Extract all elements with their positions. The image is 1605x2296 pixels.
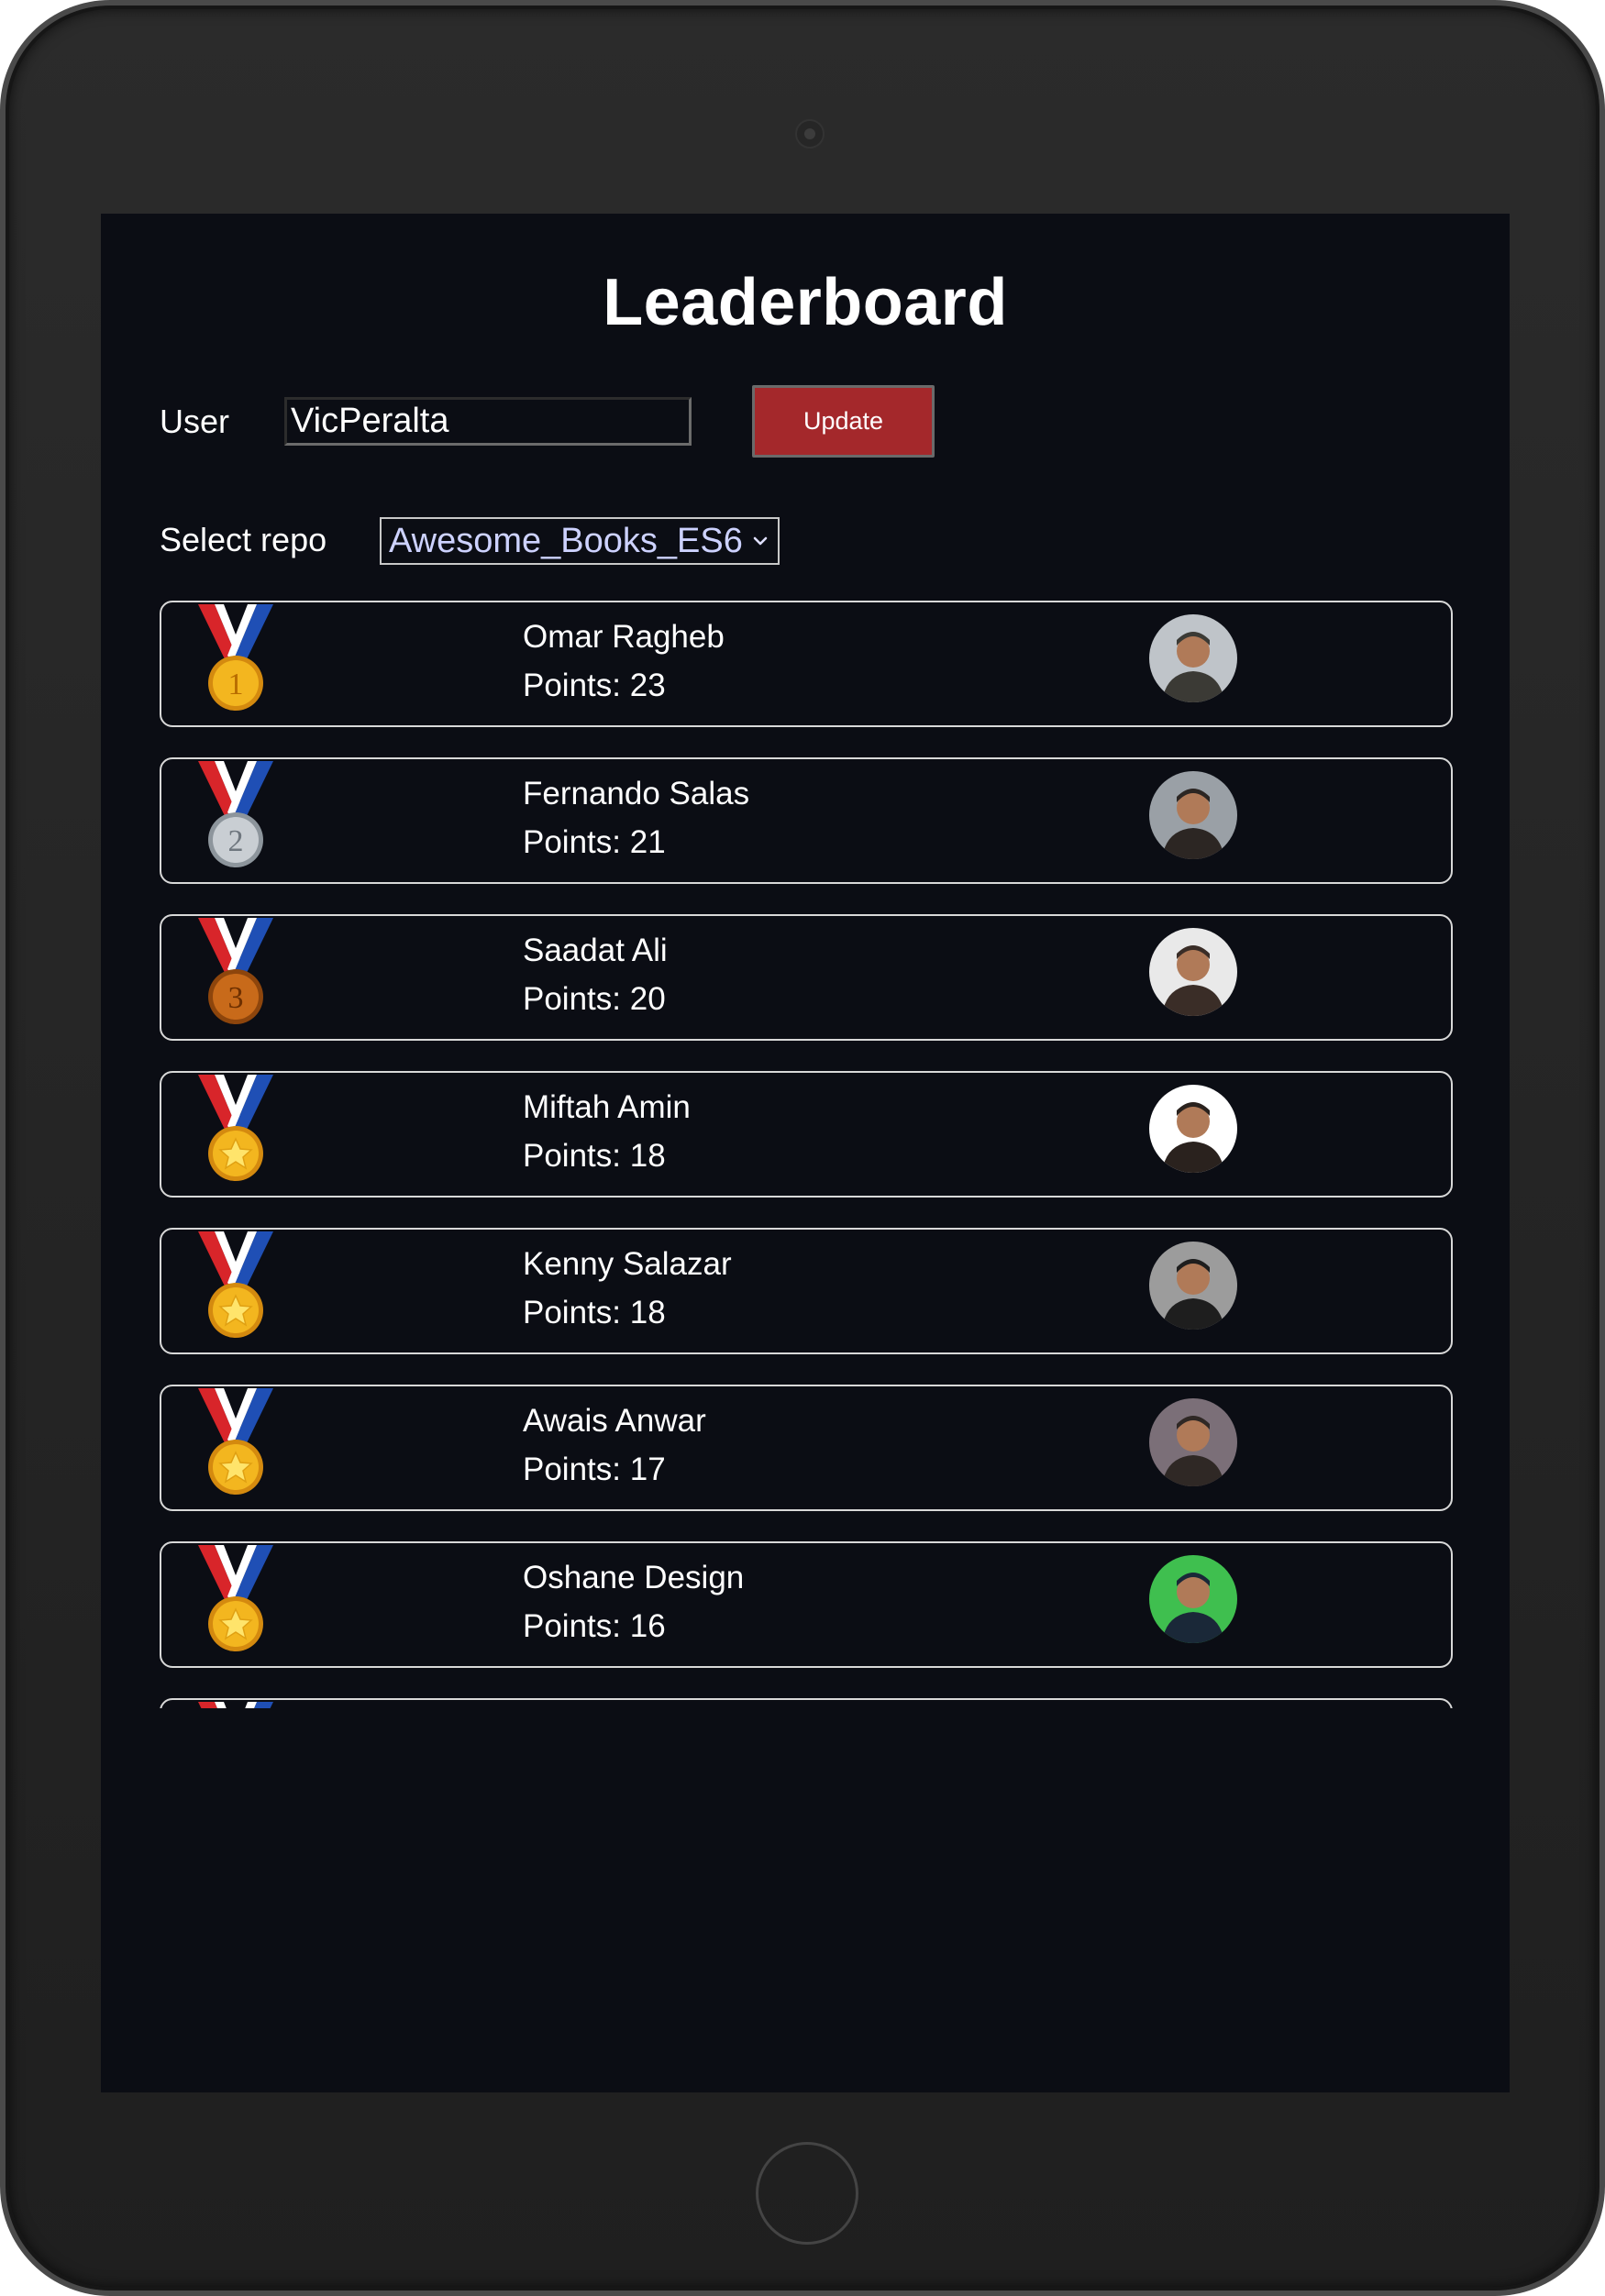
entry-name: Oshane Design xyxy=(523,1560,745,1595)
medal-icon: 3 xyxy=(196,918,275,1026)
medal-icon xyxy=(196,1075,275,1183)
user-label: User xyxy=(160,403,230,440)
entry-name: Miftah Amin xyxy=(523,1089,691,1125)
repo-select-value: Awesome_Books_ES6 xyxy=(389,521,743,560)
entry-name: Saadat Ali xyxy=(523,933,668,968)
leaderboard-entry[interactable]: 3 Saadat Ali Points: 20 xyxy=(160,914,1453,1041)
avatar xyxy=(1149,1398,1237,1486)
entry-points: Points: 20 xyxy=(523,981,666,1017)
tablet-frame: Leaderboard User Update Select repo Awes… xyxy=(0,0,1605,2296)
update-button[interactable]: Update xyxy=(752,385,935,458)
leaderboard-entry[interactable]: 1 Omar Ragheb Points: 23 xyxy=(160,601,1453,727)
leaderboard-list[interactable]: 1 Omar Ragheb Points: 23 2 Fernando Salas Poi… xyxy=(160,601,1453,1708)
avatar xyxy=(1149,928,1237,1016)
leaderboard-entry[interactable]: Esteban Munoz xyxy=(160,1698,1453,1708)
home-button[interactable] xyxy=(756,2142,858,2245)
app-screen: Leaderboard User Update Select repo Awes… xyxy=(101,214,1510,2092)
leaderboard-entry[interactable]: Awais Anwar Points: 17 xyxy=(160,1385,1453,1511)
avatar xyxy=(1149,771,1237,859)
medal-icon xyxy=(196,1702,275,1708)
medal-icon xyxy=(196,1545,275,1653)
avatar xyxy=(1149,1242,1237,1330)
medal-icon: 1 xyxy=(196,604,275,712)
entry-points: Points: 16 xyxy=(523,1608,666,1644)
avatar xyxy=(1149,1085,1237,1173)
entry-name: Awais Anwar xyxy=(523,1403,706,1439)
entry-points: Points: 23 xyxy=(523,668,666,703)
repo-select[interactable]: Awesome_Books_ES6 xyxy=(380,517,780,565)
camera-icon xyxy=(795,119,825,149)
medal-icon: 2 xyxy=(196,761,275,869)
avatar xyxy=(1149,1555,1237,1643)
entry-points: Points: 18 xyxy=(523,1295,666,1330)
medal-icon xyxy=(196,1231,275,1340)
medal-icon xyxy=(196,1388,275,1496)
leaderboard-entry[interactable]: Oshane Design Points: 16 xyxy=(160,1541,1453,1668)
leaderboard-entry[interactable]: Kenny Salazar Points: 18 xyxy=(160,1228,1453,1354)
user-input[interactable] xyxy=(284,397,692,446)
svg-text:2: 2 xyxy=(228,824,244,858)
entry-name: Omar Ragheb xyxy=(523,619,725,655)
leaderboard-entry[interactable]: 2 Fernando Salas Points: 21 xyxy=(160,757,1453,884)
entry-points: Points: 18 xyxy=(523,1138,666,1174)
entry-points: Points: 17 xyxy=(523,1452,666,1487)
svg-text:3: 3 xyxy=(228,981,244,1015)
chevron-down-icon xyxy=(750,531,770,551)
repo-label: Select repo xyxy=(160,521,327,558)
svg-text:1: 1 xyxy=(228,668,244,701)
avatar xyxy=(1149,614,1237,702)
entry-name: Fernando Salas xyxy=(523,776,750,811)
page-title: Leaderboard xyxy=(603,266,1008,339)
entry-name: Kenny Salazar xyxy=(523,1246,732,1282)
entry-points: Points: 21 xyxy=(523,824,666,860)
leaderboard-entry[interactable]: Miftah Amin Points: 18 xyxy=(160,1071,1453,1198)
